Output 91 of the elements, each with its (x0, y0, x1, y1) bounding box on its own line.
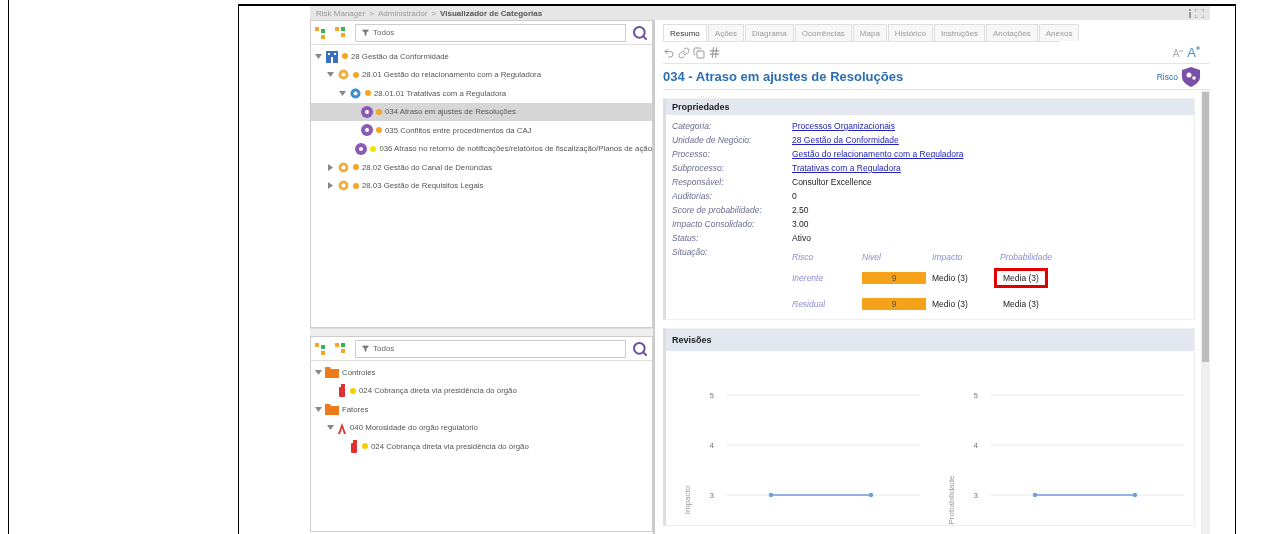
caret-icon[interactable] (327, 424, 334, 432)
tick-label: 3 (709, 491, 714, 500)
level-bar: 9 (862, 298, 926, 310)
data-point (768, 492, 774, 498)
section-heading: Revisões (666, 329, 1194, 351)
impact-value: Medio (3) (932, 271, 969, 285)
property-label: Unidade de Negócio: (672, 134, 753, 147)
gear-icon (349, 86, 362, 100)
property-label: Situação: (672, 246, 709, 259)
caret-icon[interactable] (327, 71, 334, 79)
highlighted-value: Media (3) (994, 268, 1048, 288)
tick-label: 3 (973, 491, 978, 500)
property-value: 0 (792, 190, 798, 203)
risk-type: Residual (792, 299, 827, 309)
plus-icon (1196, 46, 1200, 50)
breadcrumb-separator: > (369, 8, 375, 18)
filter-value: Todos (373, 28, 395, 37)
record-title: 034 - Atraso em ajustes de Resoluções (663, 69, 904, 84)
caret-icon[interactable] (339, 89, 346, 97)
property-link[interactable]: Processos Organizacionais (792, 120, 895, 133)
column-header: Impacto (932, 252, 964, 262)
gear-icon (337, 68, 350, 82)
gear-badge-icon (355, 142, 368, 155)
data-point (1132, 492, 1138, 498)
property-link[interactable]: 28 Gestão da Conformidade (792, 134, 899, 147)
property-value: Consultor Excellence (792, 176, 873, 189)
probability-value: Media (3) (1002, 298, 1040, 311)
tab[interactable]: Resumo (663, 24, 707, 41)
risk-type: Inerente (792, 273, 825, 283)
gear-icon (337, 179, 350, 193)
undo-icon[interactable] (663, 46, 675, 59)
axis-label: Probabilidade (947, 475, 956, 525)
property-label: Impacto Consolidado: (672, 218, 756, 231)
copy-icon[interactable] (693, 46, 705, 59)
tick-label: 4 (973, 441, 978, 450)
data-point (868, 492, 874, 498)
extinguisher-icon (337, 384, 347, 398)
caret-icon[interactable] (327, 182, 334, 190)
section-heading: Propriedades (666, 99, 1194, 115)
link-icon[interactable] (678, 46, 690, 59)
property-link[interactable]: Gestão do relacionamento com a Reguladora (792, 148, 964, 161)
gear-icon (337, 160, 350, 174)
tick-label: 5 (973, 391, 978, 400)
level-bar: 9 (862, 272, 926, 284)
folder-icon (325, 366, 339, 379)
property-link[interactable]: Tratativas com a Reguladora (792, 162, 901, 175)
filter-field[interactable]: Todos (355, 339, 626, 358)
scrollbar[interactable] (1201, 90, 1210, 534)
hash-icon[interactable] (708, 46, 721, 59)
data-point (1032, 492, 1038, 498)
caret-icon[interactable] (315, 368, 322, 376)
filter-icon (362, 29, 369, 36)
column-header: Nivel (862, 252, 882, 262)
impact-value: Medio (3) (932, 297, 969, 311)
search-icon[interactable] (632, 340, 648, 357)
minus-icon (1179, 49, 1184, 53)
property-label: Subprocesso: (672, 162, 725, 175)
folder-icon (325, 403, 339, 416)
column-header: Probabilidade (1000, 252, 1053, 262)
extinguisher-icon (349, 439, 359, 453)
search-icon[interactable] (632, 24, 648, 41)
filter-field[interactable]: Todos (355, 23, 626, 42)
property-label: Categoria: (672, 120, 713, 133)
maximize-icon[interactable] (1195, 8, 1204, 18)
breadcrumb-separator: > (431, 8, 437, 18)
property-label: Auditorias: (672, 190, 714, 203)
caret-icon[interactable] (315, 405, 322, 413)
property-value: 2.50 (792, 204, 810, 217)
info-icon[interactable] (1188, 8, 1192, 18)
property-value: Ativo (792, 232, 812, 245)
breadcrumb-item: Visualizador de Categorias (440, 8, 543, 18)
property-value: 3.00 (792, 218, 810, 231)
type-label: Risco (1156, 71, 1178, 82)
column-header: Risco (792, 252, 815, 262)
gear-badge-icon (361, 105, 373, 118)
font-increase-button[interactable]: A (1187, 46, 1200, 59)
tick-label: 4 (709, 441, 714, 450)
property-label: Status: (672, 232, 700, 245)
filter-value: Todos (373, 344, 395, 353)
tick-label: 5 (709, 391, 714, 400)
caret-icon[interactable] (315, 52, 322, 60)
building-icon (325, 49, 339, 63)
property-label: Responsável: (672, 176, 725, 189)
property-label: Score de probabilidade: (672, 204, 763, 217)
flame-icon (337, 421, 347, 434)
axis-label: Impacto (683, 485, 692, 515)
filter-icon (362, 345, 369, 352)
caret-icon[interactable] (327, 163, 334, 171)
shield-gear-icon (1182, 66, 1200, 87)
property-label: Processo: (672, 148, 711, 161)
gear-badge-icon (361, 124, 373, 137)
